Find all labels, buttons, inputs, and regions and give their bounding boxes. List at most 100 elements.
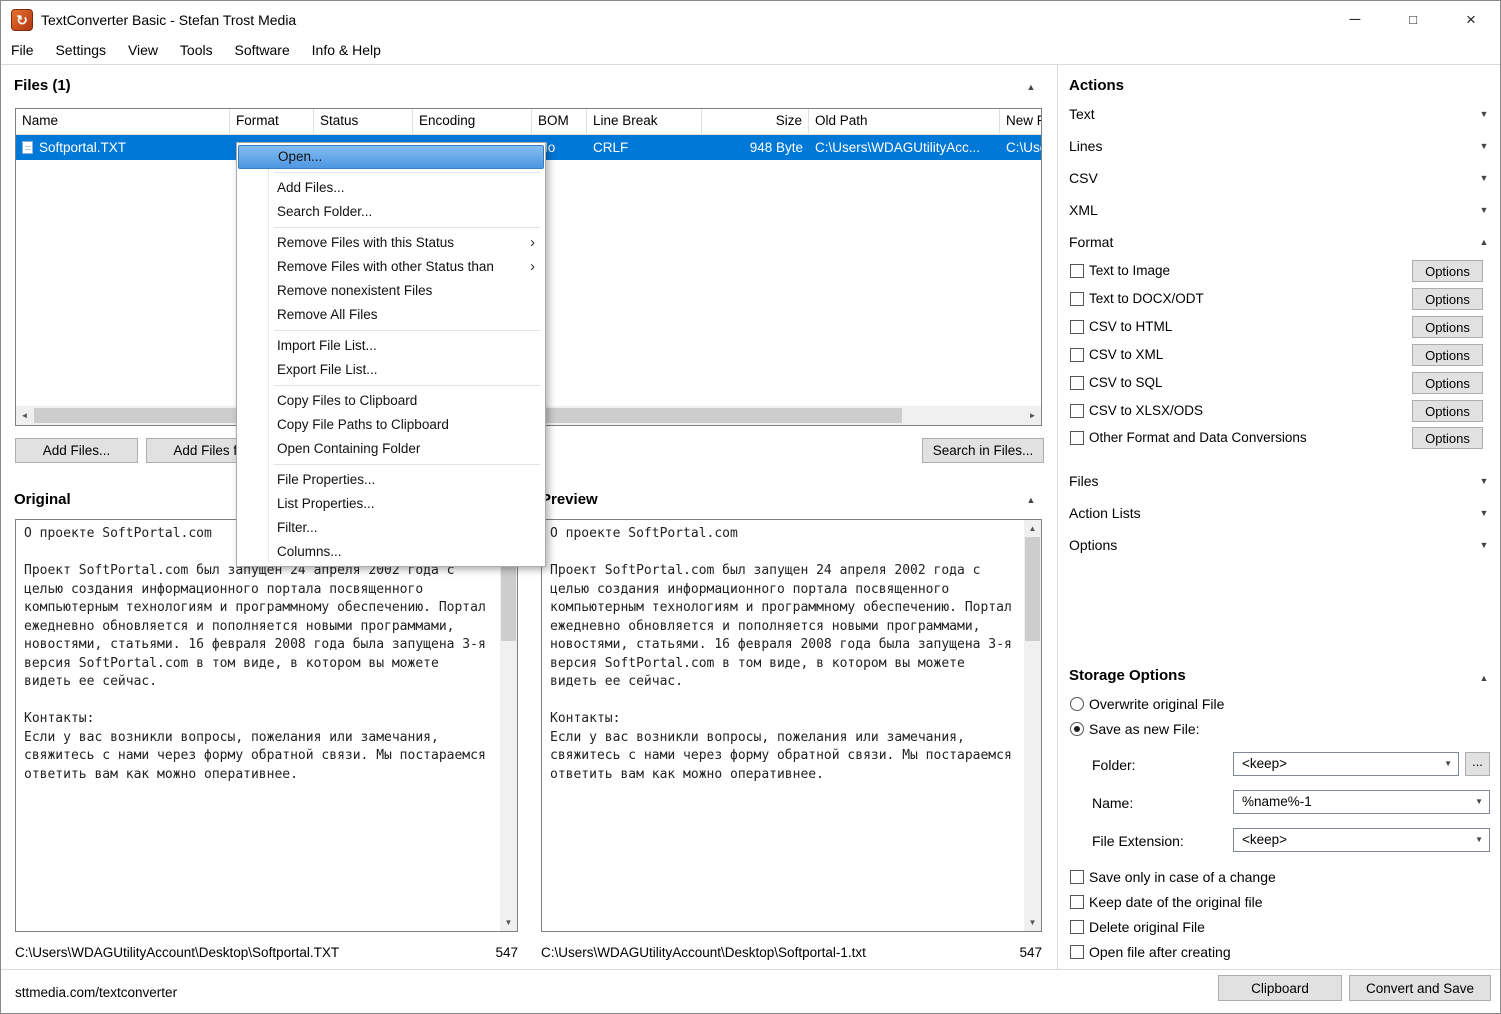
label-text-to-docx-odt[interactable]: Text to DOCX/ODT [1089, 291, 1204, 306]
status-link[interactable]: sttmedia.com/textconverter [15, 970, 177, 1013]
file-extension-combobox[interactable]: <keep> ▼ [1233, 828, 1490, 852]
menu-software[interactable]: Software [226, 39, 299, 61]
options-button-csv-to-xml[interactable]: Options [1412, 344, 1483, 366]
clipboard-button[interactable]: Clipboard [1218, 975, 1342, 1001]
checkbox-save-only-on-change[interactable] [1070, 870, 1084, 884]
label-save-only-on-change[interactable]: Save only in case of a change [1089, 869, 1276, 885]
context-menu-item-open-containing-folder[interactable]: Open Containing Folder [238, 437, 544, 461]
checkbox-csv-to-html[interactable] [1070, 320, 1084, 334]
label-keep-date[interactable]: Keep date of the original file [1089, 894, 1263, 910]
label-other-conversions[interactable]: Other Format and Data Conversions [1089, 430, 1307, 445]
options-button-text-to-docx-odt[interactable]: Options [1412, 288, 1483, 310]
context-menu-item-add-files[interactable]: Add Files... [238, 176, 544, 200]
context-menu-item-export-file-list[interactable]: Export File List... [238, 358, 544, 382]
original-text-area[interactable]: О проекте SoftPortal.com Проект SoftPort… [15, 519, 518, 932]
label-csv-to-sql[interactable]: CSV to SQL [1089, 375, 1163, 390]
section-xml[interactable]: XML [1069, 202, 1098, 218]
context-menu-item-remove-nonexistent-files[interactable]: Remove nonexistent Files [238, 279, 544, 303]
browse-folder-button[interactable]: ... [1465, 752, 1490, 776]
folder-combobox[interactable]: <keep> ▼ [1233, 752, 1459, 776]
options-button-csv-to-sql[interactable]: Options [1412, 372, 1483, 394]
add-files-button[interactable]: Add Files... [15, 438, 138, 463]
scroll-down-icon[interactable]: ▼ [500, 914, 517, 931]
name-combobox[interactable]: %name%-1 ▼ [1233, 790, 1490, 814]
options-button-text-to-image[interactable]: Options [1412, 260, 1483, 282]
context-menu-item-file-properties[interactable]: File Properties... [238, 468, 544, 492]
label-overwrite-original[interactable]: Overwrite original File [1089, 696, 1224, 712]
label-delete-original[interactable]: Delete original File [1089, 919, 1205, 935]
context-menu-item-remove-all-files[interactable]: Remove All Files [238, 303, 544, 327]
column-header-status[interactable]: Status [314, 109, 413, 134]
chevron-down-icon[interactable]: ▼ [1477, 139, 1491, 153]
checkbox-keep-date[interactable] [1070, 895, 1084, 909]
label-open-after-creating[interactable]: Open file after creating [1089, 944, 1231, 960]
convert-and-save-button[interactable]: Convert and Save [1349, 975, 1491, 1001]
menu-tools[interactable]: Tools [171, 39, 222, 61]
scroll-right-icon[interactable]: ► [1024, 406, 1041, 425]
chevron-down-icon[interactable]: ▼ [1477, 538, 1491, 552]
column-header-size[interactable]: Size [702, 109, 809, 134]
label-csv-to-html[interactable]: CSV to HTML [1089, 319, 1172, 334]
menu-settings[interactable]: Settings [46, 39, 115, 61]
scroll-down-icon[interactable]: ▼ [1024, 914, 1041, 931]
chevron-up-icon[interactable]: ▲ [1477, 235, 1491, 249]
chevron-down-icon[interactable]: ▼ [1477, 171, 1491, 185]
close-button[interactable]: × [1442, 1, 1500, 39]
context-menu-item-filter[interactable]: Filter... [238, 516, 544, 540]
checkbox-csv-to-xml[interactable] [1070, 348, 1084, 362]
context-menu-item-columns[interactable]: Columns... [238, 540, 544, 564]
radio-overwrite-original[interactable] [1070, 697, 1084, 711]
chevron-down-icon[interactable]: ▼ [1477, 107, 1491, 121]
context-menu-item-copy-file-paths-to-clipboard[interactable]: Copy File Paths to Clipboard [238, 413, 544, 437]
chevron-down-icon[interactable]: ▼ [1477, 474, 1491, 488]
preview-collapse-chevron-up-icon[interactable]: ▲ [1024, 493, 1038, 507]
context-menu-item-remove-files-with-this-status[interactable]: Remove Files with this Status › [238, 231, 544, 255]
column-header-bom[interactable]: BOM [532, 109, 587, 134]
files-collapse-chevron-up-icon[interactable]: ▲ [1024, 80, 1038, 94]
menu-info-help[interactable]: Info & Help [303, 39, 390, 61]
section-text[interactable]: Text [1069, 106, 1095, 122]
checkbox-text-to-image[interactable] [1070, 264, 1084, 278]
section-csv[interactable]: CSV [1069, 170, 1098, 186]
context-menu-item-import-file-list[interactable]: Import File List... [238, 334, 544, 358]
maximize-button[interactable]: □ [1384, 1, 1442, 39]
menu-view[interactable]: View [119, 39, 167, 61]
radio-save-as-new[interactable] [1070, 722, 1084, 736]
preview-text-area[interactable]: О проекте SoftPortal.com Проект SoftPort… [541, 519, 1042, 932]
section-action-lists[interactable]: Action Lists [1069, 505, 1141, 521]
column-header-new-path[interactable]: New P [1000, 109, 1041, 134]
context-menu-item-open[interactable]: Open... [238, 145, 544, 169]
column-header-name[interactable]: Name [16, 109, 230, 134]
label-csv-to-xml[interactable]: CSV to XML [1089, 347, 1163, 362]
search-in-files-button[interactable]: Search in Files... [922, 438, 1044, 463]
original-vertical-scrollbar[interactable]: ▲ ▼ [500, 520, 517, 931]
section-lines[interactable]: Lines [1069, 138, 1102, 154]
section-format[interactable]: Format [1069, 234, 1113, 250]
column-header-encoding[interactable]: Encoding [413, 109, 532, 134]
checkbox-csv-to-xlsx-ods[interactable] [1070, 404, 1084, 418]
column-header-old-path[interactable]: Old Path [809, 109, 1000, 134]
chevron-up-icon[interactable]: ▲ [1477, 671, 1491, 685]
options-button-other-conversions[interactable]: Options [1412, 427, 1483, 449]
scroll-left-icon[interactable]: ◄ [16, 406, 33, 425]
column-header-line-break[interactable]: Line Break [587, 109, 702, 134]
options-button-csv-to-xlsx-ods[interactable]: Options [1412, 400, 1483, 422]
chevron-down-icon[interactable]: ▼ [1477, 506, 1491, 520]
chevron-down-icon[interactable]: ▼ [1477, 203, 1491, 217]
context-menu-item-search-folder[interactable]: Search Folder... [238, 200, 544, 224]
label-save-as-new[interactable]: Save as new File: [1089, 721, 1200, 737]
context-menu-item-list-properties[interactable]: List Properties... [238, 492, 544, 516]
preview-vertical-scrollbar[interactable]: ▲ ▼ [1024, 520, 1041, 931]
checkbox-csv-to-sql[interactable] [1070, 376, 1084, 390]
column-header-format[interactable]: Format [230, 109, 314, 134]
context-menu-item-copy-files-to-clipboard[interactable]: Copy Files to Clipboard [238, 389, 544, 413]
label-text-to-image[interactable]: Text to Image [1089, 263, 1170, 278]
options-button-csv-to-html[interactable]: Options [1412, 316, 1483, 338]
checkbox-other-conversions[interactable] [1070, 431, 1084, 445]
minimize-button[interactable]: ─ [1326, 1, 1384, 39]
context-menu-item-remove-files-with-other-status[interactable]: Remove Files with other Status than › [238, 255, 544, 279]
checkbox-delete-original[interactable] [1070, 920, 1084, 934]
label-csv-to-xlsx-ods[interactable]: CSV to XLSX/ODS [1089, 403, 1203, 418]
scroll-up-icon[interactable]: ▲ [1024, 520, 1041, 537]
menu-file[interactable]: File [2, 39, 43, 61]
